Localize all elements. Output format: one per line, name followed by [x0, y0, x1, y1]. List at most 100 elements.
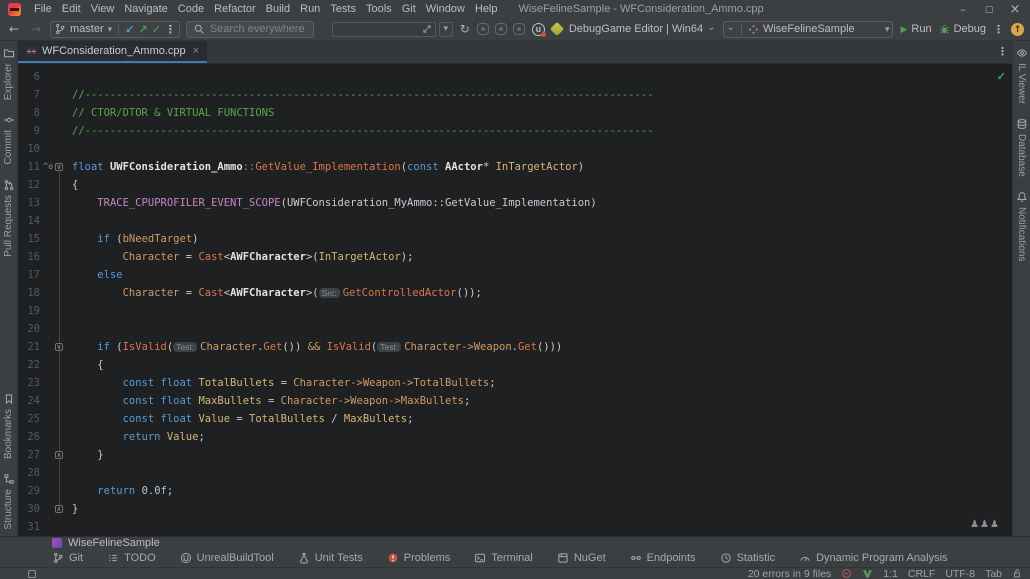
menu-item-tests[interactable]: Tests	[325, 2, 361, 16]
menu-item-build[interactable]: Build	[261, 2, 295, 16]
error-summary[interactable]: 20 errors in 9 files	[748, 568, 831, 579]
menu-item-git[interactable]: Git	[397, 2, 421, 16]
unreal-engine-icon[interactable]: u	[532, 23, 545, 36]
code-line[interactable]: 16 Character = Cast<AWFCharacter>(InTarg…	[18, 248, 1012, 266]
code-line[interactable]: 8// CTOR/DTOR & VIRTUAL FUNCTIONS	[18, 104, 1012, 122]
device-combo[interactable]	[332, 22, 436, 37]
fold-start-icon[interactable]: ∨	[55, 343, 63, 351]
code-line[interactable]: 22 {	[18, 356, 1012, 374]
menu-item-refactor[interactable]: Refactor	[209, 2, 261, 16]
code-line[interactable]: 26 return Value;	[18, 428, 1012, 446]
code-line[interactable]: 27∧ }	[18, 446, 1012, 464]
readonly-lock-icon[interactable]	[1012, 568, 1022, 579]
code-line[interactable]: 13 TRACE_CPUPROFILER_EVENT_SCOPE(UWFCons…	[18, 194, 1012, 212]
menu-item-run[interactable]: Run	[295, 2, 325, 16]
menu-item-file[interactable]: File	[29, 2, 57, 16]
overrides-gutter-icon[interactable]: ^o	[42, 162, 54, 172]
indent-style[interactable]: Tab	[985, 568, 1002, 579]
toolwindow-problems[interactable]: Problems	[387, 552, 450, 564]
toolwindow-statistic[interactable]: Statistic	[720, 552, 776, 564]
stripe-item-database[interactable]: Database	[1016, 118, 1028, 177]
code-line[interactable]: 12{	[18, 176, 1012, 194]
code-line[interactable]: 21∨ if (IsValid(Test:Character.Get()) &&…	[18, 338, 1012, 356]
tab-close-icon[interactable]: ×	[193, 45, 199, 57]
update-available-icon[interactable]	[1011, 23, 1024, 36]
forward-button[interactable]	[28, 22, 44, 36]
toolwindow-unrealbuildtool[interactable]: UnrealBuildTool	[180, 552, 274, 564]
code-line[interactable]: 14	[18, 212, 1012, 230]
toolbar-more-button[interactable]	[993, 23, 1004, 36]
back-button[interactable]	[6, 22, 22, 36]
branch-name[interactable]: master	[70, 23, 104, 35]
code-line[interactable]: 7//-------------------------------------…	[18, 86, 1012, 104]
toolwindow-git[interactable]: Git	[52, 552, 83, 564]
run-config-dropdown-icon[interactable]	[885, 23, 890, 35]
code-line[interactable]: 11^o∨float UWFConsideration_Ammo::GetVal…	[18, 158, 1012, 176]
push-button[interactable]	[138, 23, 147, 36]
code-line[interactable]: 24 const float MaxBullets = Character->W…	[18, 392, 1012, 410]
menu-item-code[interactable]: Code	[173, 2, 209, 16]
vcs-more-button[interactable]	[165, 23, 176, 36]
inspections-ok-icon[interactable]: ✓	[997, 70, 1006, 83]
errors-icon[interactable]	[841, 568, 852, 579]
solution-analysis-icon[interactable]	[862, 568, 873, 579]
fold-end-icon[interactable]: ∧	[55, 451, 63, 459]
tab-options-button[interactable]	[997, 45, 1008, 58]
menu-item-help[interactable]: Help	[470, 2, 503, 16]
minimize-button[interactable]	[952, 3, 974, 16]
stripe-item-il-viewer[interactable]: IL Viewer	[1016, 47, 1028, 104]
editor-tab[interactable]: ++ WFConsideration_Ammo.cpp ×	[18, 41, 207, 63]
code-line[interactable]: 10	[18, 140, 1012, 158]
code-editor[interactable]: 67//------------------------------------…	[18, 64, 1012, 536]
code-line[interactable]: 25 const float Value = TotalBullets / Ma…	[18, 410, 1012, 428]
code-line[interactable]: 30∧}	[18, 500, 1012, 518]
code-line[interactable]: 6	[18, 68, 1012, 86]
menu-item-tools[interactable]: Tools	[361, 2, 397, 16]
device-dropdown-button[interactable]	[439, 22, 453, 37]
close-button[interactable]	[1004, 2, 1026, 17]
file-encoding[interactable]: UTF-8	[945, 568, 975, 579]
menu-item-edit[interactable]: Edit	[57, 2, 86, 16]
search-everywhere[interactable]: Search everywhere	[186, 21, 314, 38]
stripe-item-bookmarks[interactable]: Bookmarks	[3, 393, 15, 459]
riderlink-icon[interactable]	[550, 22, 564, 36]
tool-window-quick-access-icon[interactable]	[28, 570, 36, 578]
menu-item-navigate[interactable]: Navigate	[119, 2, 172, 16]
code-line[interactable]: 20	[18, 320, 1012, 338]
code-line[interactable]: 31	[18, 518, 1012, 536]
commit-button[interactable]	[152, 23, 161, 36]
toolwindow-terminal[interactable]: Terminal	[474, 552, 533, 564]
caret-position[interactable]: 1:1	[883, 568, 898, 579]
build-configuration-selector[interactable]: DebugGame Editor | Win64	[569, 23, 716, 35]
code-line[interactable]: 18 Character = Cast<AWFCharacter>(Src:Ge…	[18, 284, 1012, 302]
update-project-button[interactable]	[125, 23, 134, 36]
menu-item-window[interactable]: Window	[421, 2, 470, 16]
stripe-item-structure[interactable]: Structure	[3, 473, 15, 530]
stripe-item-commit[interactable]: Commit	[3, 114, 15, 164]
debug-button[interactable]: Debug	[939, 23, 986, 35]
stripe-item-notifications[interactable]: Notifications	[1016, 191, 1028, 261]
code-line[interactable]: 23 const float TotalBullets = Character-…	[18, 374, 1012, 392]
code-line[interactable]: 19	[18, 302, 1012, 320]
code-vision-users-icon[interactable]	[970, 519, 1000, 530]
code-line[interactable]: 28	[18, 464, 1012, 482]
stripe-item-pull-requests[interactable]: Pull Requests	[3, 179, 15, 257]
run-config-name[interactable]: WiseFelineSample	[763, 23, 881, 35]
branch-dropdown-icon[interactable]	[108, 23, 113, 35]
code-line[interactable]: 29 return 0.0f;	[18, 482, 1012, 500]
menu-item-view[interactable]: View	[86, 2, 120, 16]
run-button[interactable]: Run	[900, 23, 931, 35]
line-separator[interactable]: CRLF	[908, 568, 935, 579]
toolwindow-nuget[interactable]: NuGet	[557, 552, 606, 564]
maximize-button[interactable]	[978, 3, 1000, 15]
toolwindow-todo[interactable]: TODO	[107, 552, 156, 564]
run-widget-chevron-icon[interactable]	[727, 23, 735, 35]
fold-end-icon[interactable]: ∧	[55, 505, 63, 513]
toolwindow-unit-tests[interactable]: Unit Tests	[298, 552, 363, 564]
toolwindow-endpoints[interactable]: Endpoints	[630, 552, 696, 564]
code-line[interactable]: 15 if (bNeedTarget)	[18, 230, 1012, 248]
stripe-item-explorer[interactable]: Explorer	[3, 47, 15, 100]
fold-start-icon[interactable]: ∨	[55, 163, 63, 171]
breadcrumb-item[interactable]: WiseFelineSample	[68, 537, 160, 549]
code-line[interactable]: 17 else	[18, 266, 1012, 284]
